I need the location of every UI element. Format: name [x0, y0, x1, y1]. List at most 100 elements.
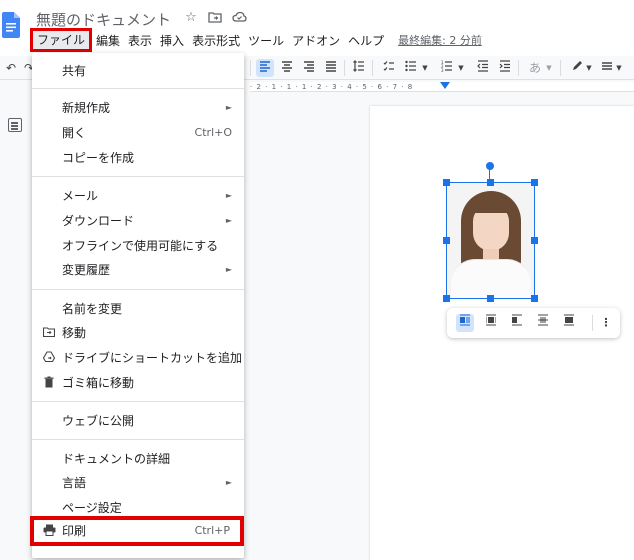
wrap-text-icon[interactable]	[482, 314, 500, 332]
resize-handle-e[interactable]	[531, 237, 538, 244]
menu-item-label: コピーを作成	[62, 151, 135, 165]
title-icons: ☆	[183, 10, 247, 26]
menu-item-label: 移動	[62, 326, 87, 340]
bangs-shape	[471, 197, 511, 213]
menu-divider	[32, 289, 244, 290]
break-text-icon[interactable]	[508, 314, 526, 332]
menu-item-label: 言語	[62, 476, 87, 490]
cloud-status-icon[interactable]	[231, 10, 247, 26]
chevron-down-icon[interactable]: ▼	[456, 59, 466, 77]
toolbar-divider	[518, 60, 519, 76]
align-left-icon[interactable]	[256, 59, 274, 77]
line-spacing-icon[interactable]	[350, 59, 368, 77]
menu-item-move[interactable]: 移動	[32, 322, 244, 344]
menu-item-rename[interactable]: 名前を変更	[32, 298, 244, 320]
chevron-down-icon[interactable]: ▼	[614, 59, 624, 77]
numbered-list-icon[interactable]: 123	[438, 59, 456, 77]
move-to-folder-icon[interactable]	[207, 10, 223, 26]
menu-item-label: オフラインで使用可能にする	[62, 239, 219, 253]
indent-marker[interactable]	[440, 82, 450, 89]
menu-divider	[32, 401, 244, 402]
menu-view[interactable]: 表示	[124, 31, 156, 50]
print-icon	[42, 524, 56, 538]
input-tools-icon[interactable]: あ	[526, 59, 544, 77]
resize-handle-nw[interactable]	[443, 179, 450, 186]
align-center-icon[interactable]	[278, 59, 296, 77]
menu-help[interactable]: ヘルプ	[344, 31, 388, 50]
menu-edit[interactable]: 編集	[92, 31, 124, 50]
in-front-of-text-icon[interactable]	[560, 314, 578, 332]
chevron-down-icon[interactable]: ▼	[544, 59, 554, 77]
menu-item-email[interactable]: メール ►	[32, 185, 244, 207]
menu-item-download[interactable]: ダウンロード ►	[32, 210, 244, 232]
docs-logo-icon[interactable]	[2, 12, 20, 38]
decrease-indent-icon[interactable]	[474, 59, 492, 77]
star-icon[interactable]: ☆	[183, 10, 199, 26]
resize-handle-sw[interactable]	[443, 295, 450, 302]
resize-handle-ne[interactable]	[531, 179, 538, 186]
menubar: ファイル 編集 表示 挿入 表示形式 ツール アドオン ヘルプ 最終編集: 2 …	[30, 28, 482, 52]
ruler[interactable]: · 2 · 1 · 1 · 1 · 2 · 3 · 4 · 5 · 6 · 7 …	[250, 82, 634, 92]
menu-item-label: 新規作成	[62, 101, 111, 115]
portrait-image[interactable]	[446, 182, 535, 299]
justify-icon[interactable]	[322, 59, 340, 77]
checklist-icon[interactable]	[380, 59, 398, 77]
menu-item-label: 名前を変更	[62, 302, 123, 316]
last-edit-link[interactable]: 最終編集: 2 分前	[398, 32, 482, 48]
menu-item-trash[interactable]: ゴミ箱に移動	[32, 372, 244, 394]
chevron-down-icon[interactable]: ▼	[420, 59, 430, 77]
menu-item-label: 印刷	[62, 524, 87, 538]
menu-item-add-shortcut[interactable]: ドライブにショートカットを追加	[32, 347, 244, 369]
menu-item-version-history[interactable]: 変更履歴 ►	[32, 259, 244, 281]
behind-text-icon[interactable]	[534, 314, 552, 332]
menu-item-label: ドライブにショートカットを追加	[62, 351, 243, 365]
menu-item-print[interactable]: 印刷 Ctrl+P	[30, 516, 244, 546]
shortcut-label: Ctrl+P	[194, 524, 230, 537]
menu-divider	[32, 88, 244, 89]
menu-item-label: 変更履歴	[62, 263, 111, 277]
folder-move-icon	[42, 326, 56, 340]
menu-item-label: ドキュメントの詳細	[62, 452, 171, 466]
undo-icon[interactable]: ↶	[2, 59, 20, 77]
ruler-ticks: · 2 · 1 · 1 · 1 · 2 · 3 · 4 · 5 · 6 · 7 …	[250, 83, 414, 91]
resize-handle-n[interactable]	[487, 179, 494, 186]
document-outline-icon[interactable]	[8, 118, 22, 132]
menu-item-share[interactable]: 共有	[32, 60, 244, 82]
resize-handle-s[interactable]	[487, 295, 494, 302]
menu-tools[interactable]: ツール	[244, 31, 288, 50]
svg-text:3: 3	[441, 68, 444, 72]
chevron-down-icon[interactable]: ▼	[584, 59, 594, 77]
image-options-toolbar: ⋮	[447, 308, 620, 338]
menu-item-label: メール	[62, 189, 99, 203]
menu-item-label: ゴミ箱に移動	[62, 376, 135, 390]
drive-shortcut-icon	[42, 351, 56, 365]
resize-handle-w[interactable]	[443, 237, 450, 244]
toolbar-divider	[560, 60, 561, 76]
menu-item-offline[interactable]: オフラインで使用可能にする	[32, 235, 244, 257]
menu-divider	[32, 439, 244, 440]
toolbar-divider	[344, 60, 345, 76]
menu-item-document-details[interactable]: ドキュメントの詳細	[32, 448, 244, 470]
more-options-icon[interactable]: ⋮	[597, 314, 615, 332]
menu-item-make-copy[interactable]: コピーを作成	[32, 147, 244, 169]
increase-indent-icon[interactable]	[496, 59, 514, 77]
menu-item-label: 共有	[62, 64, 87, 78]
document-title[interactable]: 無題のドキュメント	[36, 9, 171, 30]
align-right-icon[interactable]	[300, 59, 318, 77]
submenu-arrow-icon: ►	[225, 478, 232, 487]
inline-icon[interactable]	[456, 314, 474, 332]
menu-item-label: ウェブに公開	[62, 414, 135, 428]
resize-handle-se[interactable]	[531, 295, 538, 302]
menu-item-label: ダウンロード	[62, 214, 135, 228]
menu-insert[interactable]: 挿入	[156, 31, 188, 50]
menu-item-language[interactable]: 言語 ►	[32, 472, 244, 494]
menu-file[interactable]: ファイル	[30, 28, 93, 52]
menu-item-publish[interactable]: ウェブに公開	[32, 410, 244, 432]
menu-item-new[interactable]: 新規作成 ►	[32, 97, 244, 119]
menu-addons[interactable]: アドオン	[288, 31, 344, 50]
menu-item-open[interactable]: 開く Ctrl+O	[32, 122, 244, 144]
toolbar-divider	[250, 60, 251, 76]
menu-format[interactable]: 表示形式	[188, 31, 244, 50]
bulleted-list-icon[interactable]	[402, 59, 420, 77]
rotation-handle[interactable]	[486, 162, 494, 170]
